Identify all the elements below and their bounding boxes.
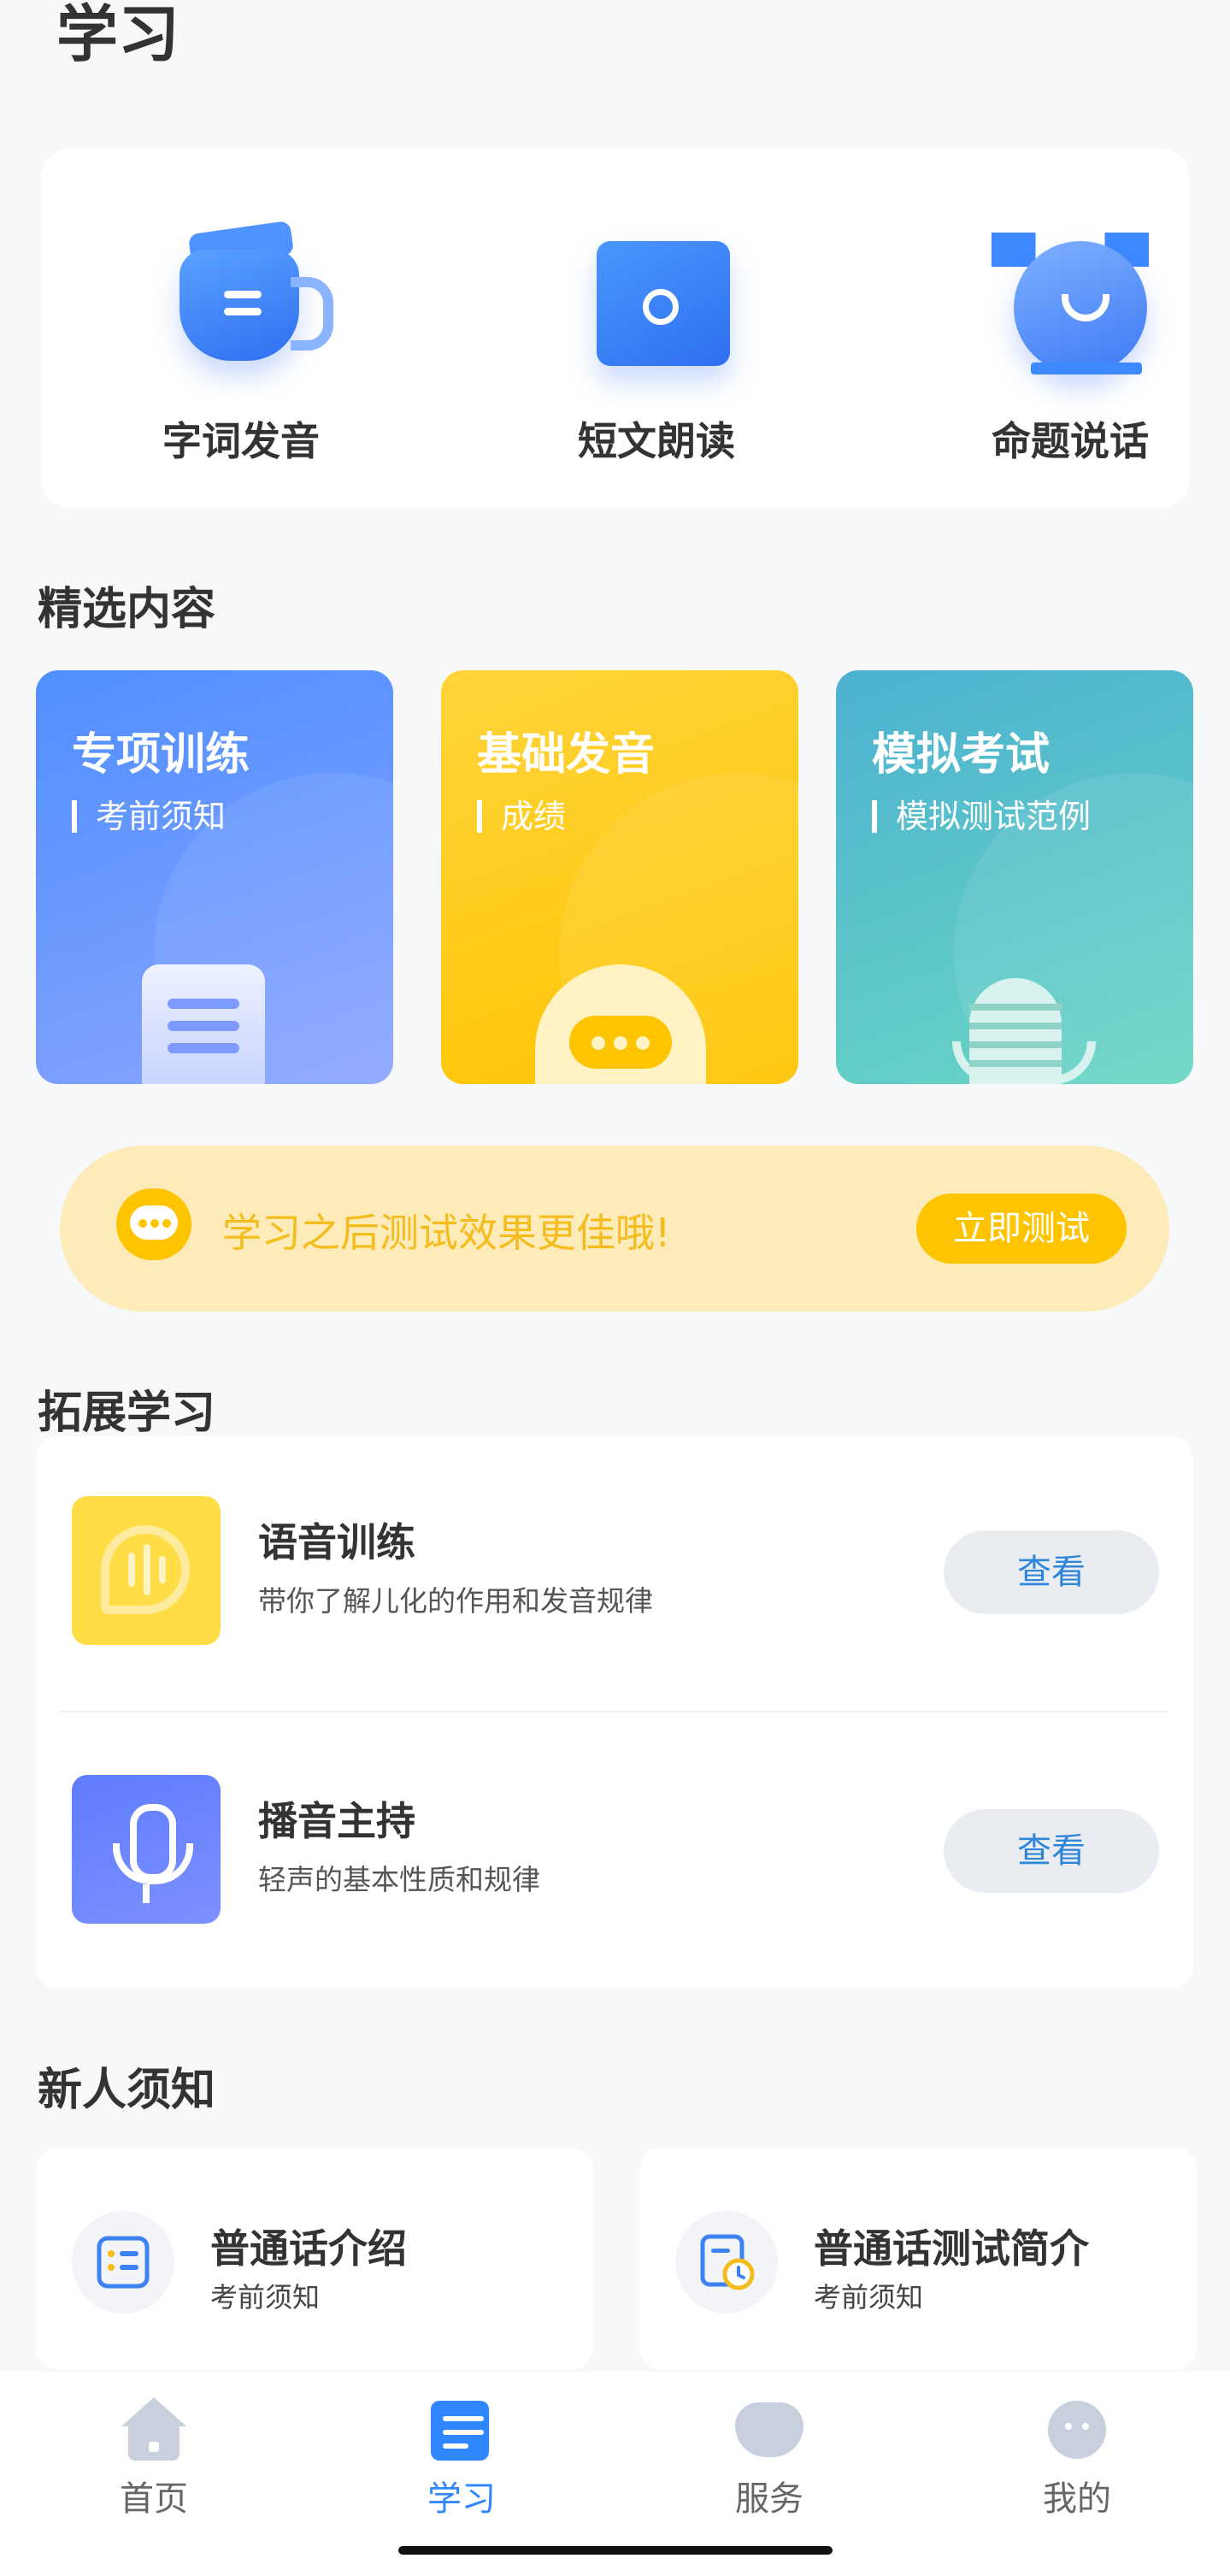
banner-text: 学习之后测试效果更佳哦!	[222, 1210, 671, 1256]
cup-icon	[156, 217, 333, 380]
featured-card-mock-exam[interactable]: 模拟考试 模拟测试范例	[836, 670, 1193, 1084]
featured-card-special-training[interactable]: 专项训练 考前须知	[36, 670, 393, 1084]
microphone-icon	[72, 1775, 221, 1924]
entry-label: 字词发音	[162, 418, 320, 464]
profile-icon	[1043, 2397, 1111, 2462]
entry-word-pronunciation[interactable]: 字词发音	[113, 217, 369, 467]
card-title: 普通话介绍	[210, 2225, 407, 2272]
speaking-face-icon	[985, 217, 1156, 380]
view-button[interactable]: 查看	[944, 1530, 1159, 1614]
page-title: 学习	[56, 0, 180, 70]
newcomer-card-test-intro[interactable]: 普通话测试简介 考前须知	[639, 2148, 1197, 2370]
chat-bot-icon	[109, 1183, 198, 1272]
tab-label: 学习	[427, 2479, 496, 2519]
entry-passage-reading[interactable]: 短文朗读	[528, 217, 785, 467]
card-title: 专项训练	[72, 729, 250, 781]
item-title: 播音主持	[258, 1798, 415, 1844]
study-icon	[427, 2397, 496, 2462]
tab-service[interactable]: 服务	[675, 2397, 863, 2520]
tab-label: 首页	[120, 2479, 188, 2519]
entry-label: 命题说话	[992, 418, 1149, 464]
home-indicator	[398, 2546, 833, 2555]
tab-label: 服务	[735, 2479, 803, 2519]
tab-profile[interactable]: 我的	[983, 2397, 1171, 2520]
entry-topic-speaking[interactable]: 命题说话	[942, 217, 1198, 467]
card-subtitle: 模拟测试范例	[872, 800, 1091, 833]
tab-study[interactable]: 学习	[368, 2397, 556, 2520]
voice-wave-icon	[72, 1496, 221, 1645]
tab-home[interactable]: 首页	[60, 2397, 248, 2520]
card-title: 普通话测试简介	[814, 2225, 1089, 2272]
item-subtitle: 带你了解儿化的作用和发音规律	[258, 1584, 653, 1618]
microphone-icon	[969, 978, 1062, 1084]
home-icon	[120, 2397, 188, 2462]
card-subtitle: 成绩	[477, 800, 566, 833]
book-icon	[571, 217, 742, 380]
card-title: 模拟考试	[872, 729, 1051, 781]
clock-doc-icon	[675, 2211, 778, 2314]
document-icon	[142, 964, 265, 1084]
newcomer-card-intro[interactable]: 普通话介绍 考前须知	[36, 2148, 593, 2370]
test-now-button[interactable]: 立即测试	[916, 1194, 1127, 1264]
tab-label: 我的	[1043, 2479, 1111, 2519]
study-page: 学习 字词发音 短文朗读 命题说话 精选内容 专项训练 考前须知 基础发音 成绩…	[0, 0, 1230, 2576]
card-title: 基础发音	[477, 729, 656, 781]
featured-card-basic-pronunciation[interactable]: 基础发音 成绩	[441, 670, 798, 1084]
test-banner: 学习之后测试效果更佳哦! 立即测试	[60, 1146, 1169, 1312]
item-title: 语音训练	[258, 1519, 415, 1565]
heart-icon	[735, 2397, 803, 2462]
extended-list: 语音训练 带你了解儿化的作用和发音规律 查看 播音主持 轻声的基本性质和规律 查…	[36, 1436, 1193, 1989]
card-subtitle: 考前须知	[210, 2281, 321, 2314]
item-subtitle: 轻声的基本性质和规律	[258, 1863, 540, 1896]
card-subtitle: 考前须知	[72, 800, 226, 833]
list-item-voice-training[interactable]: 语音训练 带你了解儿化的作用和发音规律 查看	[36, 1436, 1193, 1710]
entry-label: 短文朗读	[578, 418, 735, 464]
newcomer-section-title: 新人须知	[38, 2065, 216, 2116]
list-doc-icon	[72, 2211, 174, 2314]
featured-section-title: 精选内容	[38, 584, 216, 635]
divider	[60, 1711, 1169, 1712]
view-button[interactable]: 查看	[944, 1809, 1159, 1893]
list-item-broadcast-hosting[interactable]: 播音主持 轻声的基本性质和规律 查看	[36, 1715, 1193, 1989]
extended-section-title: 拓展学习	[38, 1388, 216, 1439]
entry-card: 字词发音 短文朗读 命题说话	[41, 149, 1190, 508]
card-subtitle: 考前须知	[814, 2281, 924, 2314]
